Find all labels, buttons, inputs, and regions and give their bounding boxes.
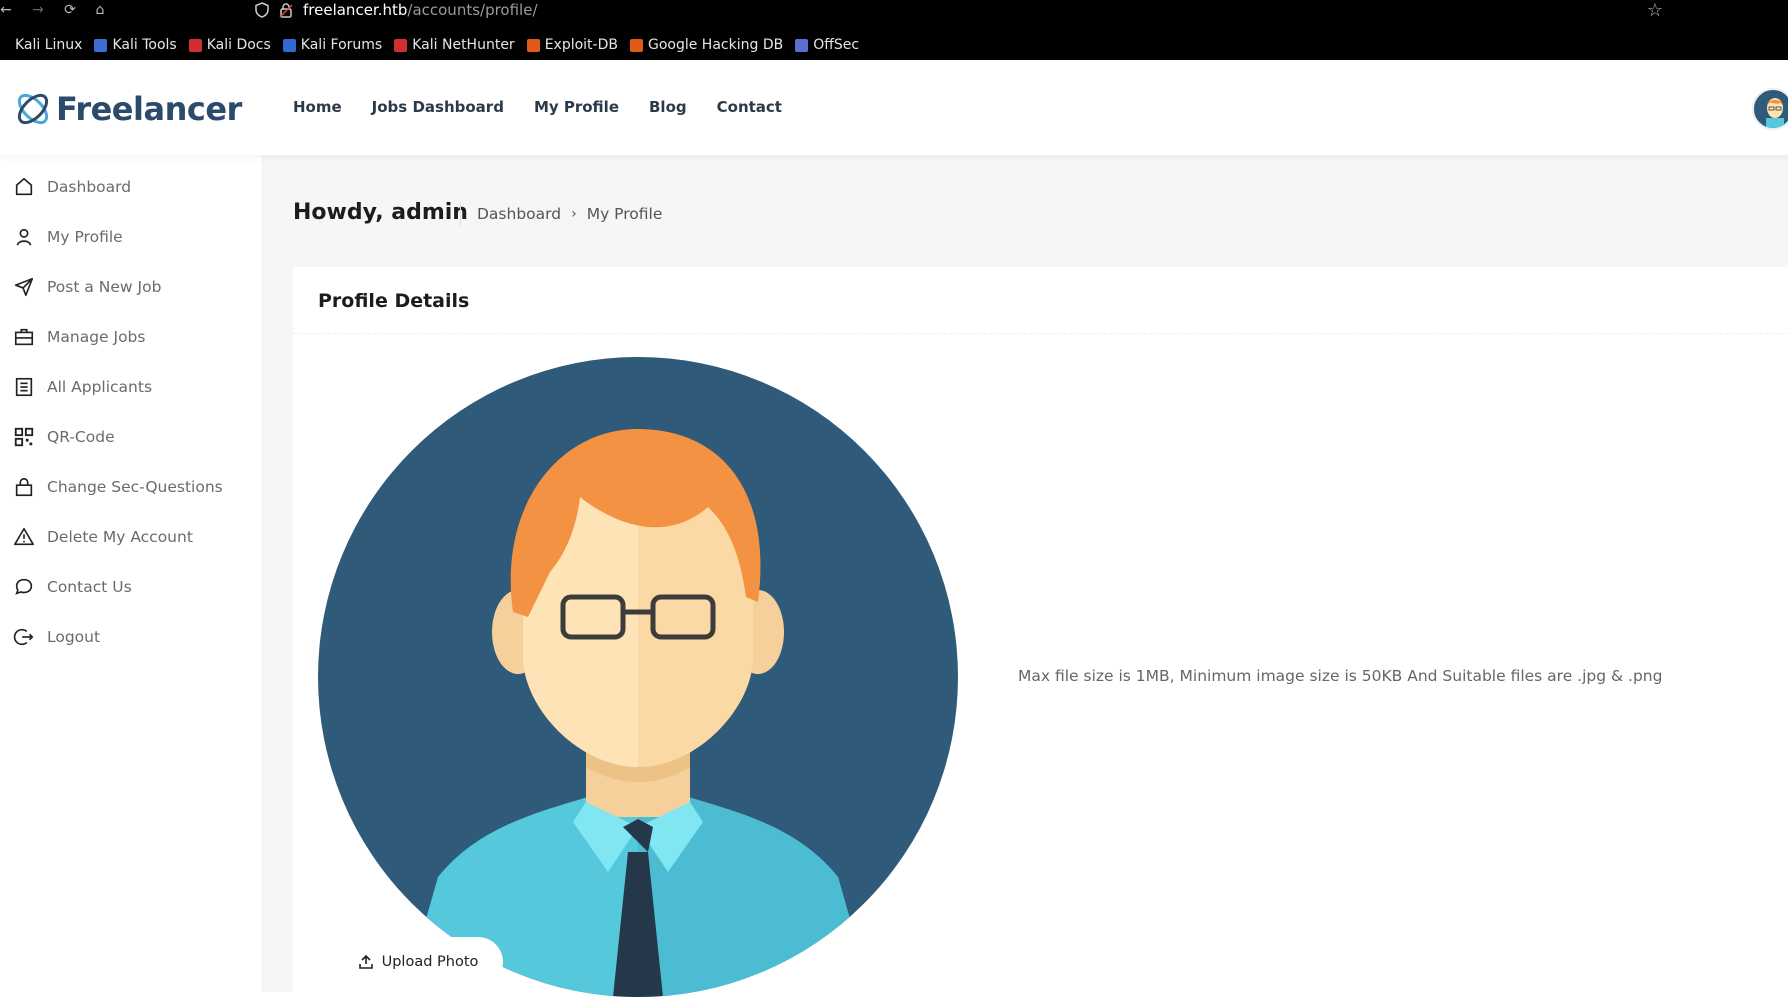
file-size-hint: Max file size is 1MB, Minimum image size… (1018, 667, 1663, 685)
bookmark-label: Google Hacking DB (647, 37, 784, 53)
bookmark-label: Kali Tools (112, 37, 177, 53)
forward-icon[interactable]: → (28, 0, 48, 20)
sidebar-item-label: Dashboard (47, 178, 132, 196)
bookmark-star-icon[interactable]: ☆ (1645, 0, 1665, 21)
profile-details-card: Profile Details Upload Photo Max file si… (293, 267, 1788, 1007)
main-nav: Home Jobs Dashboard My Profile Blog Cont… (293, 98, 782, 116)
sidebar-item-qr-code[interactable]: QR-Code (13, 422, 115, 452)
bookmark-item[interactable]: Kali Forums (282, 37, 383, 53)
nav-my-profile[interactable]: My Profile (534, 98, 619, 116)
breadcrumb-dashboard[interactable]: Dashboard (477, 205, 561, 223)
nav-blog[interactable]: Blog (649, 98, 687, 116)
sidebar-item-label: Delete My Account (47, 528, 193, 546)
logout-icon (13, 628, 34, 646)
bookmarks-bar: Kali Linux Kali Tools Kali Docs Kali Forums… (0, 33, 859, 57)
bookmark-favicon-icon (188, 38, 202, 52)
sidebar-item-label: My Profile (47, 228, 123, 246)
back-icon[interactable]: ← (0, 0, 16, 20)
bookmark-favicon-icon (394, 38, 408, 52)
bookmark-item[interactable]: Kali Docs (188, 37, 271, 53)
sidebar-item-manage-jobs[interactable]: Manage Jobs (13, 322, 145, 352)
sidebar-item-label: Contact Us (47, 578, 132, 596)
sidebar-item-change-sec-questions[interactable]: Change Sec-Questions (13, 472, 223, 502)
bookmark-label: OffSec (813, 37, 860, 53)
bookmark-item[interactable]: Google Hacking DB (629, 37, 784, 53)
bookmark-item[interactable]: Kali Tools (94, 37, 177, 53)
qr-icon (14, 427, 34, 447)
sidebar-item-label: Logout (47, 628, 101, 646)
upload-icon (358, 954, 373, 969)
card-divider (293, 333, 1788, 334)
bookmark-favicon-icon (526, 38, 540, 52)
bookmark-item[interactable]: Kali Linux (15, 37, 82, 53)
bookmark-label: Kali NetHunter (412, 37, 515, 53)
home-icon (15, 177, 33, 196)
site-header: Freelancer Home Jobs Dashboard My Profil… (0, 60, 1788, 155)
nav-jobs-dashboard[interactable]: Jobs Dashboard (372, 98, 504, 116)
user-avatar[interactable] (1752, 88, 1788, 130)
main-content: Howdy, admin Dashboard › My Profile Prof… (263, 155, 1788, 1007)
nav-home[interactable]: Home (293, 98, 342, 116)
bookmark-item[interactable]: OffSec (795, 37, 859, 53)
bookmark-item[interactable]: Exploit-DB (526, 37, 618, 53)
browser-toolbar: ← → ⟳ ⌂ freelancer.htb/accounts/profile/… (0, 0, 1788, 60)
send-icon (14, 277, 34, 297)
bookmark-label: Exploit-DB (544, 37, 618, 53)
logo-icon (17, 93, 49, 125)
bookmark-label: Kali Linux (15, 37, 83, 53)
sidebar-item-logout[interactable]: Logout (13, 622, 100, 652)
address-bar[interactable]: freelancer.htb/accounts/profile/ (255, 0, 538, 20)
sidebar-item-my-profile[interactable]: My Profile (13, 222, 123, 252)
chat-icon (15, 578, 33, 595)
bookmark-favicon-icon (629, 38, 643, 52)
chevron-right-icon: › (571, 206, 577, 222)
sidebar-item-post-job[interactable]: Post a New Job (13, 272, 161, 302)
sidebar-item-label: Manage Jobs (47, 328, 146, 346)
card-title: Profile Details (318, 290, 470, 312)
bookmark-item[interactable]: Kali NetHunter (394, 37, 515, 53)
bookmark-favicon-icon (94, 38, 108, 52)
briefcase-icon (14, 328, 34, 346)
page-title: Howdy, admin (293, 200, 468, 225)
logo[interactable]: Freelancer (12, 88, 242, 130)
shield-icon (255, 2, 269, 18)
home-browser-icon[interactable]: ⌂ (90, 0, 110, 20)
bookmark-label: Kali Forums (300, 37, 383, 53)
breadcrumb: Dashboard › My Profile (460, 202, 662, 226)
bookmark-label: Kali Docs (206, 37, 271, 53)
sidebar-item-label: Post a New Job (47, 278, 162, 296)
nav-contact[interactable]: Contact (717, 98, 782, 116)
sidebar-item-all-applicants[interactable]: All Applicants (13, 372, 152, 402)
sidebar-item-label: Change Sec-Questions (47, 478, 223, 496)
sidebar: Dashboard My Profile Post a New Job Mana… (0, 155, 263, 992)
bookmark-favicon-icon (795, 38, 809, 52)
bookmark-favicon-icon (282, 38, 296, 52)
upload-photo-label: Upload Photo (381, 954, 479, 970)
breadcrumb-my-profile: My Profile (586, 205, 663, 223)
reload-icon[interactable]: ⟳ (60, 0, 80, 20)
sidebar-item-label: All Applicants (47, 378, 153, 396)
sidebar-item-dashboard[interactable]: Dashboard (13, 172, 131, 202)
user-icon (16, 228, 32, 246)
logo-text: Freelancer (56, 90, 242, 128)
lock-strike-icon (279, 3, 293, 18)
warning-icon (14, 527, 34, 546)
url-text: freelancer.htb/accounts/profile/ (303, 1, 538, 19)
sidebar-item-delete-account[interactable]: Delete My Account (13, 522, 193, 552)
sidebar-item-label: QR-Code (47, 428, 115, 446)
upload-photo-button[interactable]: Upload Photo (333, 937, 503, 987)
lock-icon (15, 477, 33, 497)
sidebar-item-contact-us[interactable]: Contact Us (13, 572, 132, 602)
profile-avatar-image (318, 357, 958, 997)
list-icon (15, 377, 33, 397)
